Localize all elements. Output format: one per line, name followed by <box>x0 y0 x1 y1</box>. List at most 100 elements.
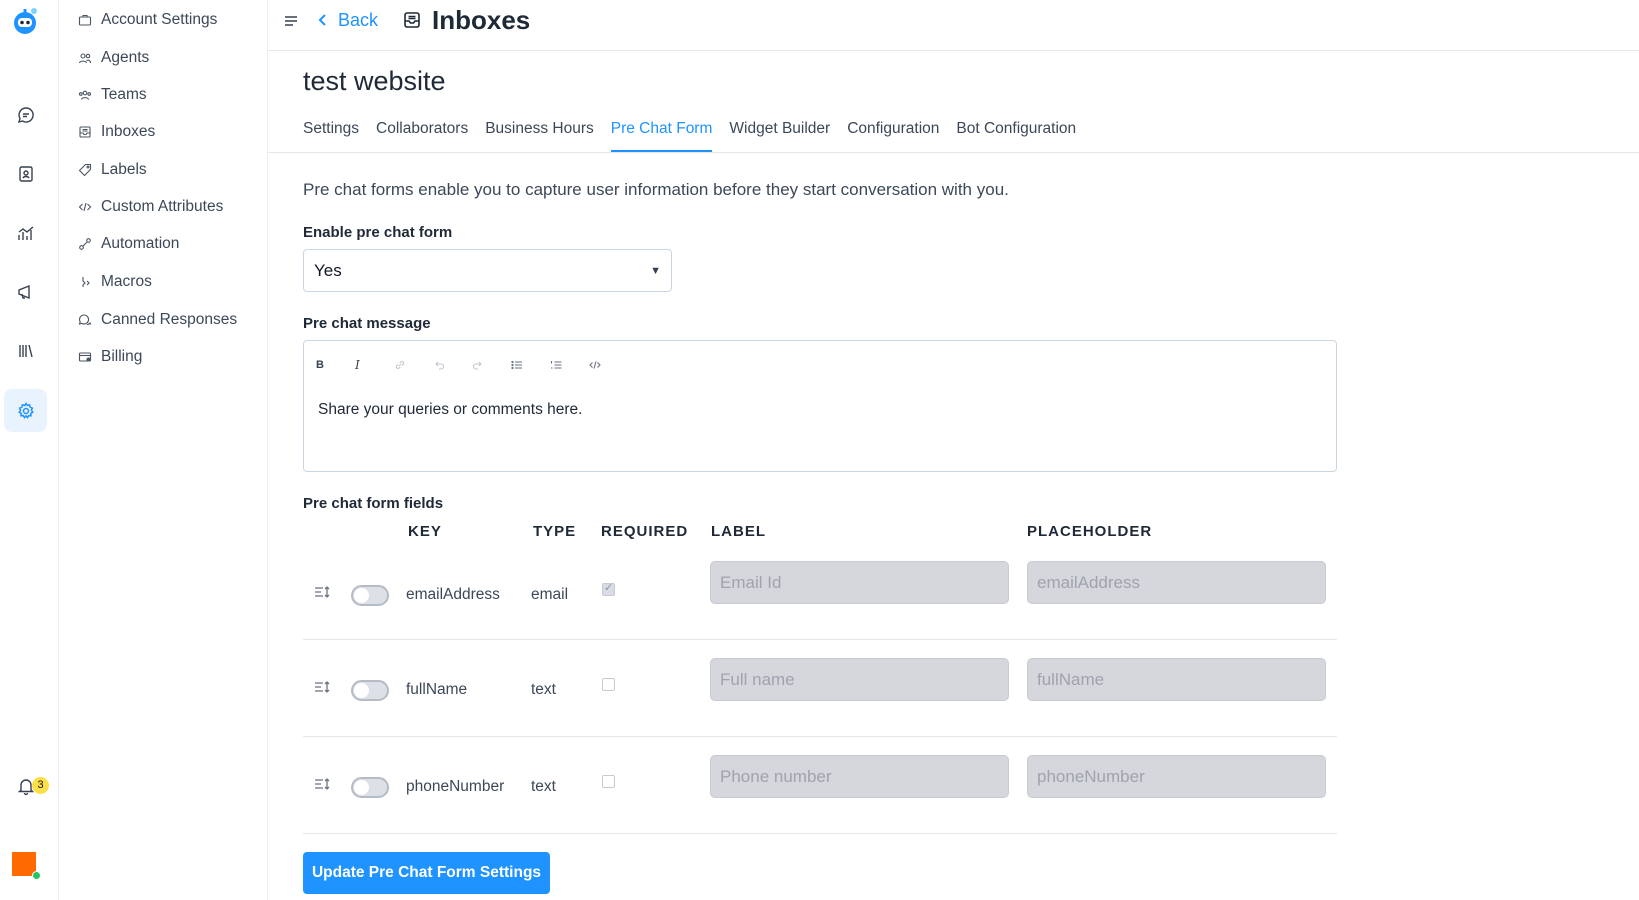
undo-icon[interactable] <box>433 355 472 375</box>
tab-business-hours[interactable]: Business Hours <box>485 118 594 152</box>
page-title: test website <box>303 66 446 96</box>
column-header-label: LABEL <box>711 523 766 540</box>
italic-icon[interactable]: I <box>355 355 394 375</box>
field-type: text <box>531 778 556 795</box>
enable-pre-chat-label: Enable pre chat form <box>303 224 453 241</box>
field-label-input[interactable]: Full name <box>710 658 1009 701</box>
field-key: phoneNumber <box>406 778 505 795</box>
column-header-type: TYPE <box>533 523 577 540</box>
column-header-required: REQUIRED <box>601 523 689 540</box>
sidebar-item-custom-attributes[interactable]: Custom Attributes <box>78 194 223 220</box>
drag-handle-icon[interactable] <box>313 678 331 696</box>
dropdown-caret-icon: ▼ <box>650 264 661 277</box>
settings-gear-icon[interactable] <box>4 389 47 432</box>
campaigns-icon[interactable] <box>4 270 47 313</box>
briefcase-icon <box>78 14 92 26</box>
field-placeholder-input[interactable]: fullName <box>1027 658 1326 701</box>
field-label-input[interactable]: Email Id <box>710 561 1009 604</box>
online-status-dot <box>32 871 41 880</box>
tab-configuration[interactable]: Configuration <box>847 118 939 152</box>
sidebar-item-label: Canned Responses <box>101 311 238 328</box>
primary-nav-rail: 3 <box>0 0 59 900</box>
automation-icon <box>79 238 91 250</box>
column-header-placeholder: PLACEHOLDER <box>1027 523 1153 540</box>
tab-settings[interactable]: Settings <box>303 118 359 152</box>
table-row: fullName text Full name fullName <box>303 640 1337 737</box>
sidebar-item-labels[interactable]: Labels <box>78 157 147 183</box>
top-header: Back Inboxes <box>268 0 1639 51</box>
library-icon[interactable] <box>4 329 47 372</box>
back-button[interactable]: Back <box>316 8 378 32</box>
update-pre-chat-settings-button[interactable]: Update Pre Chat Form Settings <box>303 852 550 894</box>
tag-icon <box>78 163 92 177</box>
sidebar-item-inboxes[interactable]: Inboxes <box>78 119 155 145</box>
sidebar-item-account-settings[interactable]: Account Settings <box>78 7 217 33</box>
sidebar-item-label: Labels <box>101 161 147 178</box>
header-title: Inboxes <box>432 4 531 35</box>
conversations-icon[interactable] <box>4 93 47 136</box>
code-block-icon[interactable] <box>589 355 628 375</box>
header-title-group: Inboxes <box>402 4 530 36</box>
tab-collaborators[interactable]: Collaborators <box>376 118 468 152</box>
team-icon <box>78 90 92 100</box>
settings-tabs: Settings Collaborators Business Hours Pr… <box>303 118 1093 152</box>
drag-handle-icon[interactable] <box>313 583 331 601</box>
logo-bot-icon[interactable] <box>12 6 38 36</box>
bullet-list-icon[interactable] <box>511 355 550 375</box>
field-required-checkbox[interactable] <box>602 678 615 691</box>
field-key: emailAddress <box>406 586 500 603</box>
pre-chat-message-text: Share your queries or comments here. <box>318 401 583 418</box>
menu-toggle-icon[interactable] <box>282 12 300 30</box>
chat-icon <box>78 314 92 326</box>
sidebar-item-macros[interactable]: Macros <box>78 269 152 295</box>
field-enabled-toggle[interactable] <box>351 777 389 798</box>
contacts-icon[interactable] <box>4 152 47 195</box>
enable-pre-chat-select[interactable]: Yes ▼ <box>303 249 672 292</box>
link-icon[interactable] <box>394 355 433 375</box>
inbox-icon <box>404 12 420 28</box>
tab-bot-configuration[interactable]: Bot Configuration <box>956 118 1076 152</box>
field-placeholder-input[interactable]: phoneNumber <box>1027 755 1326 798</box>
sidebar-item-label: Billing <box>101 348 143 365</box>
reports-icon[interactable] <box>4 211 47 254</box>
sidebar-item-billing[interactable]: Billing <box>78 344 142 370</box>
tab-widget-builder[interactable]: Widget Builder <box>729 118 830 152</box>
sidebar-item-agents[interactable]: Agents <box>78 45 149 71</box>
numbered-list-icon[interactable] <box>550 355 589 375</box>
code-icon <box>78 202 92 212</box>
chevron-left-icon <box>318 14 326 26</box>
back-label: Back <box>338 9 379 30</box>
sidebar-item-label: Inboxes <box>101 123 156 140</box>
settings-sidebar: Account Settings Agents Teams Inboxes La… <box>59 0 268 900</box>
sidebar-item-canned-responses[interactable]: Canned Responses <box>78 307 237 333</box>
notification-count-badge: 3 <box>32 777 49 794</box>
pre-chat-fields-label: Pre chat form fields <box>303 495 444 512</box>
pre-chat-message-label: Pre chat message <box>303 315 431 332</box>
table-row: phoneNumber text Phone number phoneNumbe… <box>303 737 1337 834</box>
field-placeholder-input[interactable]: emailAddress <box>1027 561 1326 604</box>
table-row: emailAddress email Email Id emailAddress <box>303 543 1337 640</box>
sidebar-item-label: Account Settings <box>101 11 218 28</box>
column-header-key: KEY <box>408 523 442 540</box>
macro-icon <box>82 277 90 287</box>
field-key: fullName <box>406 681 468 698</box>
field-required-checkbox[interactable] <box>602 775 615 788</box>
tabs-divider <box>268 152 1639 153</box>
field-type: email <box>531 586 569 603</box>
editor-toolbar: B I <box>316 355 628 375</box>
redo-icon[interactable] <box>472 355 511 375</box>
tab-pre-chat-form[interactable]: Pre Chat Form <box>610 118 713 152</box>
sidebar-item-teams[interactable]: Teams <box>78 82 147 108</box>
field-enabled-toggle[interactable] <box>351 585 389 606</box>
field-label-input[interactable]: Phone number <box>710 755 1009 798</box>
field-required-checkbox[interactable] <box>602 581 615 596</box>
inbox-icon <box>79 126 91 138</box>
drag-handle-icon[interactable] <box>313 775 331 793</box>
bold-icon[interactable]: B <box>316 355 355 375</box>
sidebar-item-automation[interactable]: Automation <box>78 231 179 257</box>
field-enabled-toggle[interactable] <box>351 680 389 701</box>
enable-pre-chat-value: Yes <box>314 260 342 280</box>
pre-chat-message-editor[interactable]: B I Share your queries or comments here. <box>303 340 1337 472</box>
sidebar-item-label: Automation <box>101 235 180 252</box>
field-type: text <box>531 681 556 698</box>
